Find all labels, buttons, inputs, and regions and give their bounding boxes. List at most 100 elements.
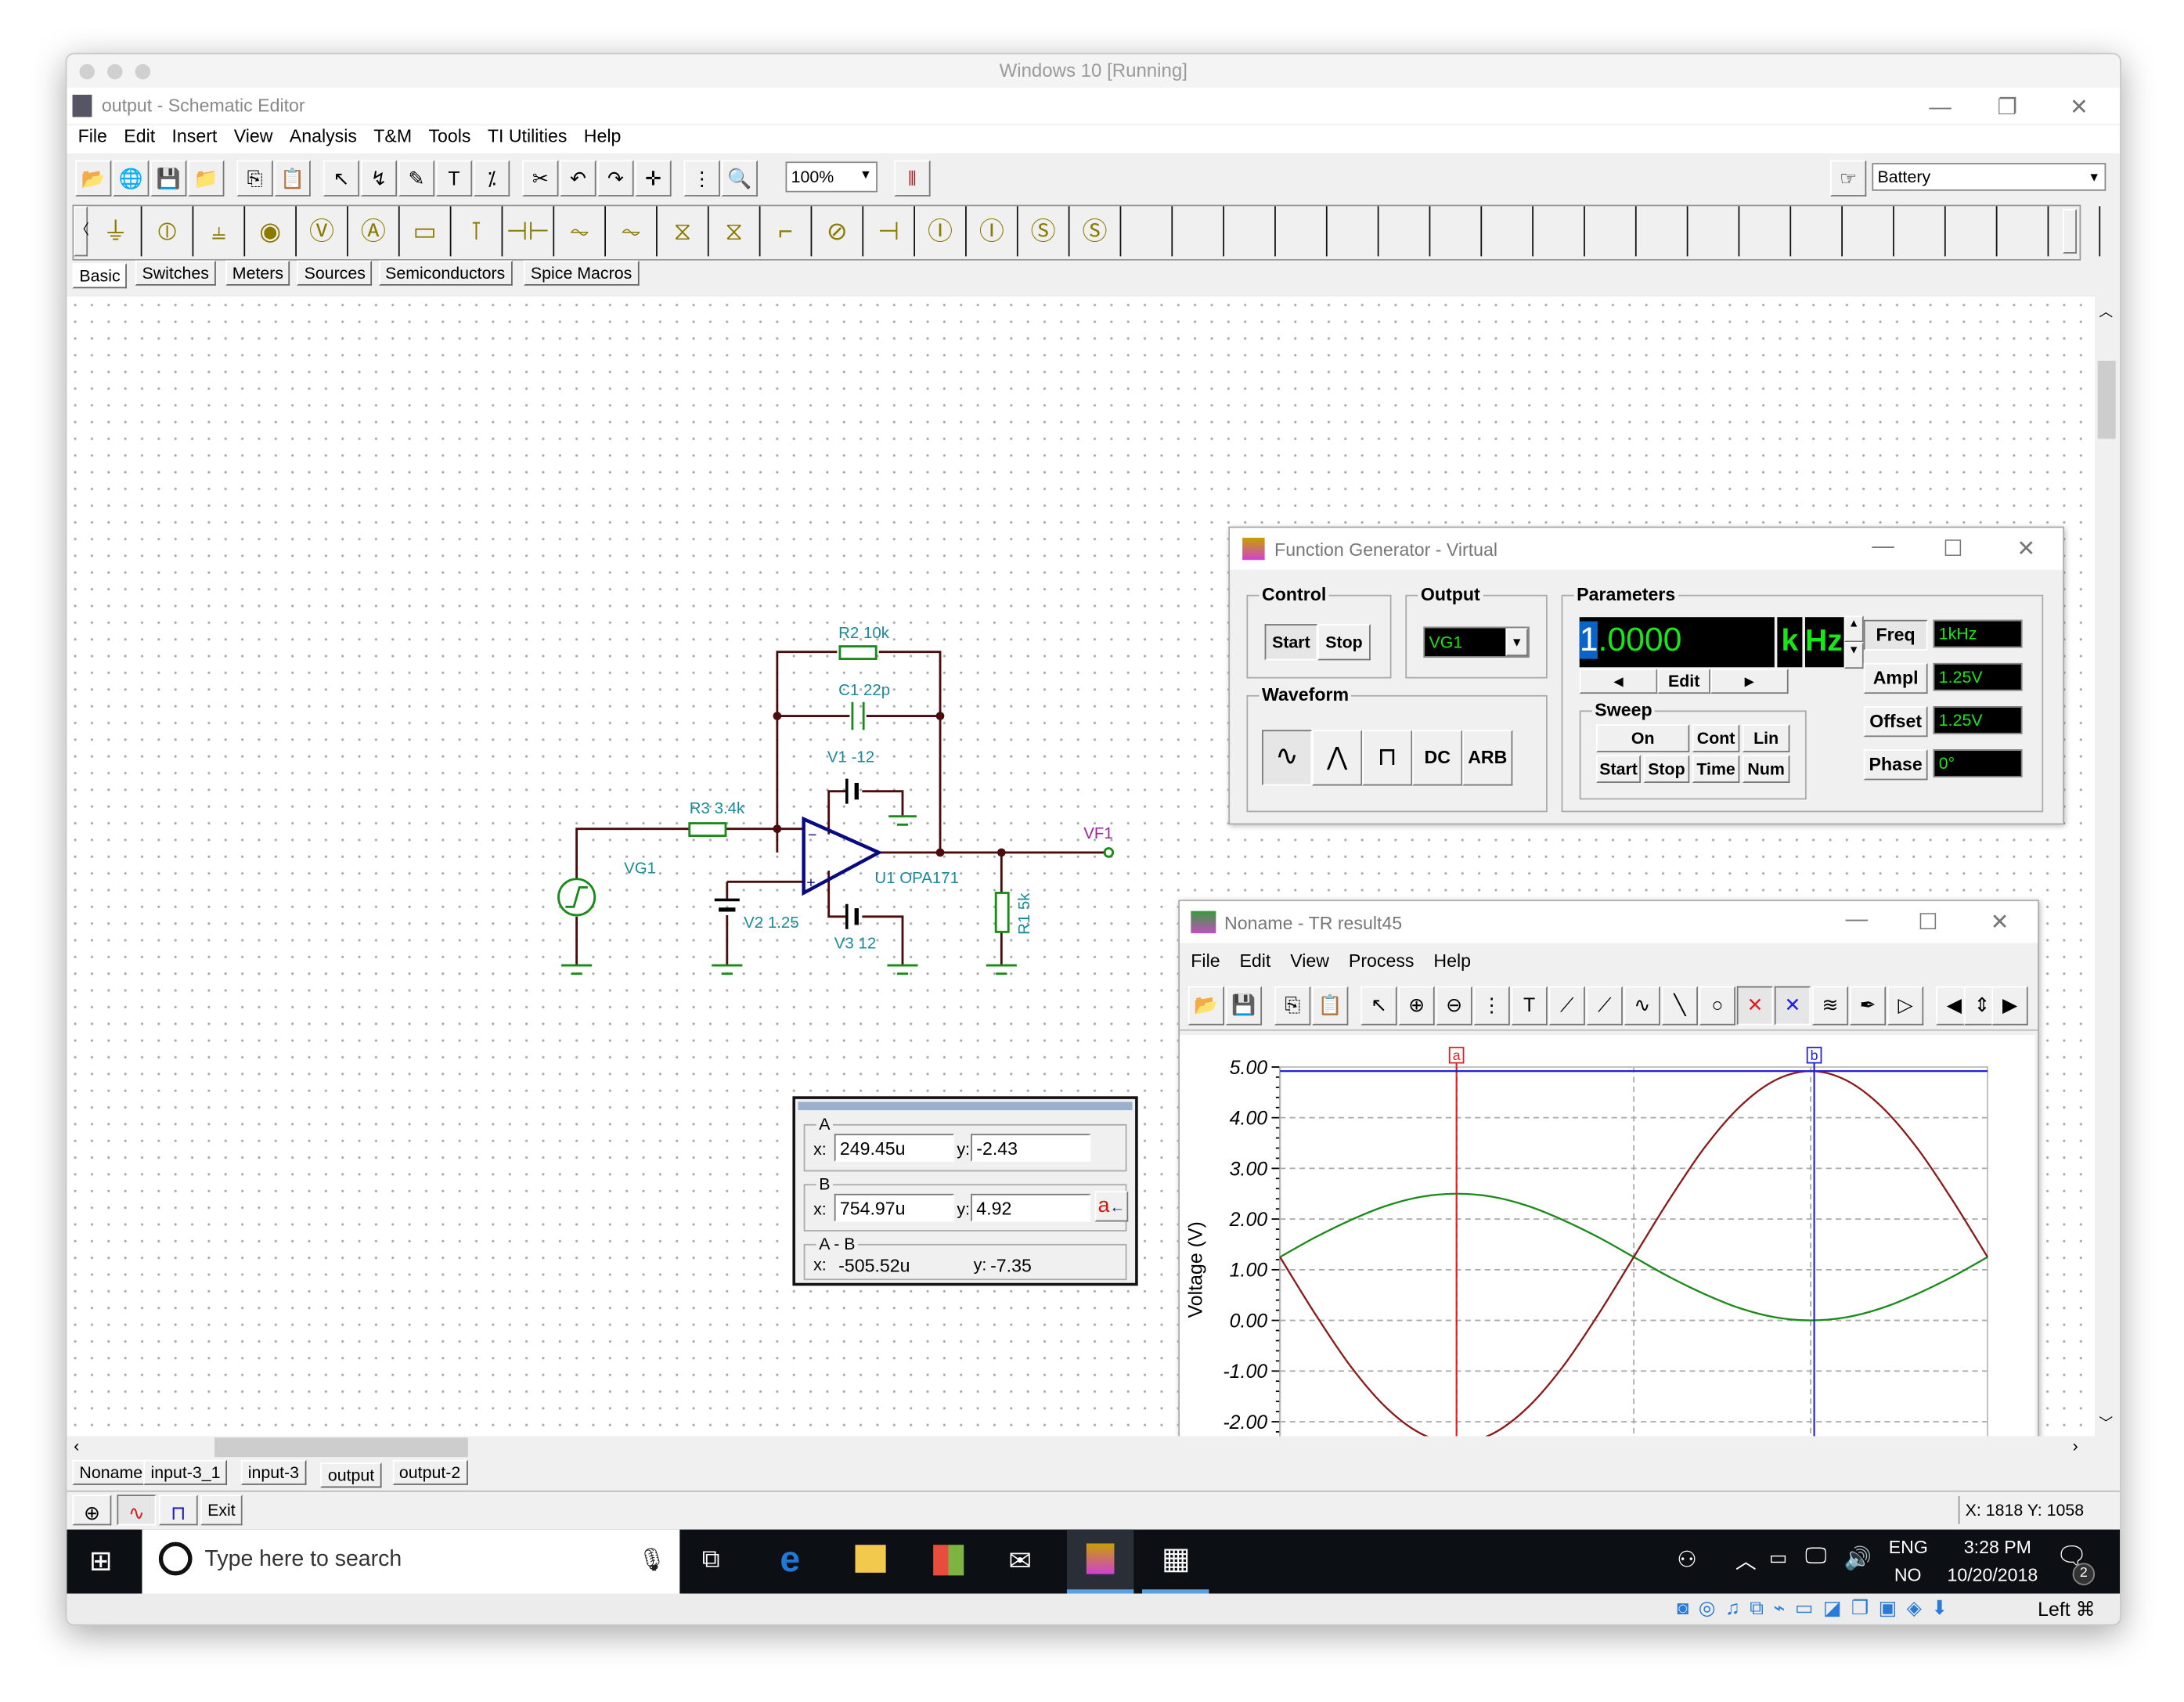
schematic-mode-icon[interactable]: ⊕ <box>72 1495 112 1526</box>
sweep-start-button[interactable]: Start <box>1596 755 1642 783</box>
cursor-a-x-input[interactable] <box>834 1134 954 1162</box>
language-indicator[interactable]: ENG <box>1889 1537 1928 1558</box>
empty-slot-component[interactable] <box>1328 206 1379 257</box>
horizontal-scrollbar[interactable]: ‹ › <box>67 1436 2096 1459</box>
tr-menu-item[interactable]: File <box>1191 950 1220 971</box>
output-select[interactable]: VG1 ▼ <box>1423 626 1530 658</box>
recording-icon[interactable]: ◈ <box>1907 1596 1932 1618</box>
close-button[interactable]: ✕ <box>1991 908 2009 936</box>
component-tab[interactable]: Meters <box>225 260 290 286</box>
show-hidden-icons-chevron[interactable]: ︿ <box>1735 1546 1757 1575</box>
ellipse-icon[interactable]: ○ <box>1699 986 1736 1026</box>
delete-button[interactable]: ✂ <box>522 160 559 197</box>
cursor-a-y-input[interactable] <box>971 1134 1091 1162</box>
battery-icon[interactable]: ▭ <box>1769 1546 1788 1570</box>
empty-slot-component[interactable] <box>1688 206 1740 257</box>
download-icon[interactable]: ⬇ <box>1931 1596 1957 1618</box>
vm-device-icons[interactable]: ◙◎♫⧉⌁▭◪❐▣◈⬇ <box>1677 1596 1957 1620</box>
tr-title-bar[interactable]: Noname - TR result45 — ☐ ✕ <box>1180 901 2038 943</box>
close-button[interactable]: ✕ <box>2070 91 2088 127</box>
vertical-scroll-thumb[interactable] <box>2097 360 2116 439</box>
text-icon[interactable]: T <box>1511 986 1548 1026</box>
component-tab[interactable]: Sources <box>297 260 373 286</box>
menu-item[interactable]: View <box>234 125 273 146</box>
copy-button[interactable]: ⎘ <box>236 160 273 197</box>
component-tab[interactable]: Switches <box>135 260 216 286</box>
add-curve-icon[interactable]: ≋ <box>1811 986 1849 1026</box>
tina-taskbar-button[interactable] <box>1066 1529 1134 1594</box>
volume-icon[interactable]: 🔊 <box>1844 1545 1872 1573</box>
horizontal-scroll-thumb[interactable] <box>214 1437 468 1458</box>
schematic-canvas[interactable]: − + R2 10k C1 22p V1 -12 R3 3.4k VG1 U1 O… <box>67 296 2096 1437</box>
wire-button[interactable]: ↯ <box>360 160 398 197</box>
grid-button[interactable]: ⋮ <box>683 160 720 197</box>
next-icon[interactable]: ▶ <box>1991 986 2028 1026</box>
param-offset-button[interactable]: Offset <box>1863 706 1928 737</box>
zoom-button[interactable]: 🔍 <box>721 160 758 197</box>
clock-time[interactable]: 3:28 PM <box>1964 1537 2031 1558</box>
empty-slot-component[interactable] <box>1791 206 1843 257</box>
seamless-icon[interactable]: ❐ <box>1851 1596 1879 1618</box>
capacitor-component[interactable]: ⊣⊢ <box>503 206 555 257</box>
controlled-current-source-component[interactable]: Ⓘ <box>967 206 1018 257</box>
terminal-component[interactable]: ⊣ <box>863 206 916 257</box>
zoom-out-icon[interactable]: ⊖ <box>1436 986 1472 1026</box>
empty-slot-component[interactable] <box>1998 206 2049 257</box>
grid-icon[interactable]: ⋮ <box>1473 986 1510 1026</box>
parameter-button[interactable]: ⫴ <box>894 160 931 197</box>
cursor-a-icon[interactable]: ✕ <box>1736 986 1774 1026</box>
calculator-taskbar-button[interactable]: ▦ <box>1142 1530 1209 1594</box>
ideal-transformer-component[interactable]: ⧖ <box>709 206 761 257</box>
open-recent-button[interactable]: 📁 <box>188 160 225 197</box>
menu-item[interactable]: T&M <box>373 125 412 146</box>
people-icon[interactable]: ⚇ <box>1677 1546 1697 1574</box>
redo-button[interactable]: ↷ <box>597 160 634 197</box>
empty-slot-component[interactable] <box>1173 206 1225 257</box>
menu-item[interactable]: Edit <box>124 125 155 146</box>
edit-button[interactable]: Edit <box>1657 669 1710 694</box>
sweep-time-button[interactable]: Time <box>1692 755 1740 783</box>
cursor-b-icon[interactable]: ✕ <box>1774 986 1811 1026</box>
maximize-button[interactable]: ☐ <box>1918 908 1938 936</box>
paste-button[interactable]: 📋 <box>274 160 311 197</box>
scroll-left-icon[interactable]: ‹ <box>74 1436 79 1455</box>
zoom-traffic-light[interactable] <box>135 63 151 80</box>
cursor-b-y-input[interactable] <box>971 1193 1091 1222</box>
task-view-icon[interactable]: ⧉ <box>702 1545 720 1574</box>
diagram-mode-icon[interactable]: ⊓ <box>158 1495 198 1526</box>
scroll-down-icon[interactable]: ﹀ <box>2099 1411 2113 1433</box>
start-button[interactable]: Start <box>1264 624 1318 661</box>
analysis-mode-icon[interactable]: ∿ <box>117 1495 157 1526</box>
component-scroll-right[interactable] <box>2063 208 2077 254</box>
store-icon[interactable] <box>933 1545 964 1576</box>
frequency-display[interactable]: 1.0000 <box>1579 617 1775 668</box>
audio-icon[interactable]: ♫ <box>1725 1596 1750 1618</box>
mail-icon[interactable]: ✉ <box>1008 1543 1032 1578</box>
sweep-on-button[interactable]: On <box>1596 724 1690 752</box>
probe-icon[interactable]: ✒ <box>1849 986 1887 1026</box>
sweep-cont-button[interactable]: Cont <box>1692 724 1740 752</box>
arrow-icon[interactable]: ▷ <box>1887 986 1924 1026</box>
network-adapter-icon[interactable]: ⧉ <box>1750 1596 1773 1618</box>
document-tab[interactable]: output <box>320 1462 382 1488</box>
open-button[interactable]: 📂 <box>75 160 112 197</box>
empty-slot-component[interactable] <box>1276 206 1328 257</box>
triangle-wave-button[interactable]: ⋀ <box>1312 730 1363 786</box>
digit-right-button[interactable]: ▶ <box>1710 669 1789 694</box>
pencil-button[interactable]: ✎ <box>398 160 435 197</box>
component-scroll-left[interactable]: 〈 <box>74 206 89 257</box>
resistor-component[interactable]: ▭ <box>400 206 452 257</box>
empty-slot-component[interactable] <box>1585 206 1637 257</box>
select-icon[interactable]: ↖ <box>1360 986 1397 1026</box>
scroll-up-icon[interactable]: ︿ <box>2099 300 2113 321</box>
fg-title-bar[interactable]: Function Generator - Virtual — ☐ ✕ <box>1230 528 2063 570</box>
tag-y-icon[interactable]: ⟋ <box>1586 986 1623 1026</box>
dc-button[interactable]: DC <box>1412 730 1463 786</box>
zoom-in-icon[interactable]: ⊕ <box>1398 986 1435 1026</box>
menu-item[interactable]: Analysis <box>290 125 357 146</box>
usb-icon[interactable]: ⌁ <box>1773 1596 1794 1618</box>
open-icon[interactable]: 📂 <box>1188 986 1225 1026</box>
inductor-component[interactable]: ⏦ <box>554 206 606 257</box>
windows-start-icon[interactable]: ⊞ <box>89 1543 113 1578</box>
menu-item[interactable]: Insert <box>171 125 217 146</box>
